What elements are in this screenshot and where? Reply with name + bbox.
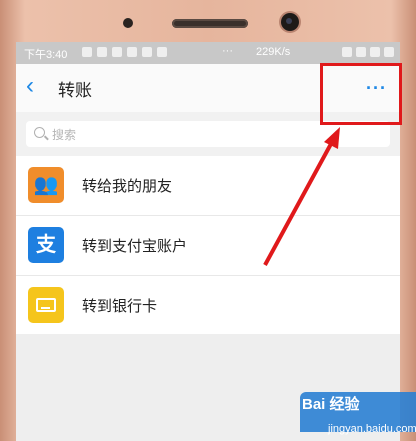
watermark-text: Bai 经验 (302, 396, 360, 413)
watermark-url: jingyan.baidu.com (328, 423, 416, 435)
annotation-arrow (263, 127, 340, 266)
